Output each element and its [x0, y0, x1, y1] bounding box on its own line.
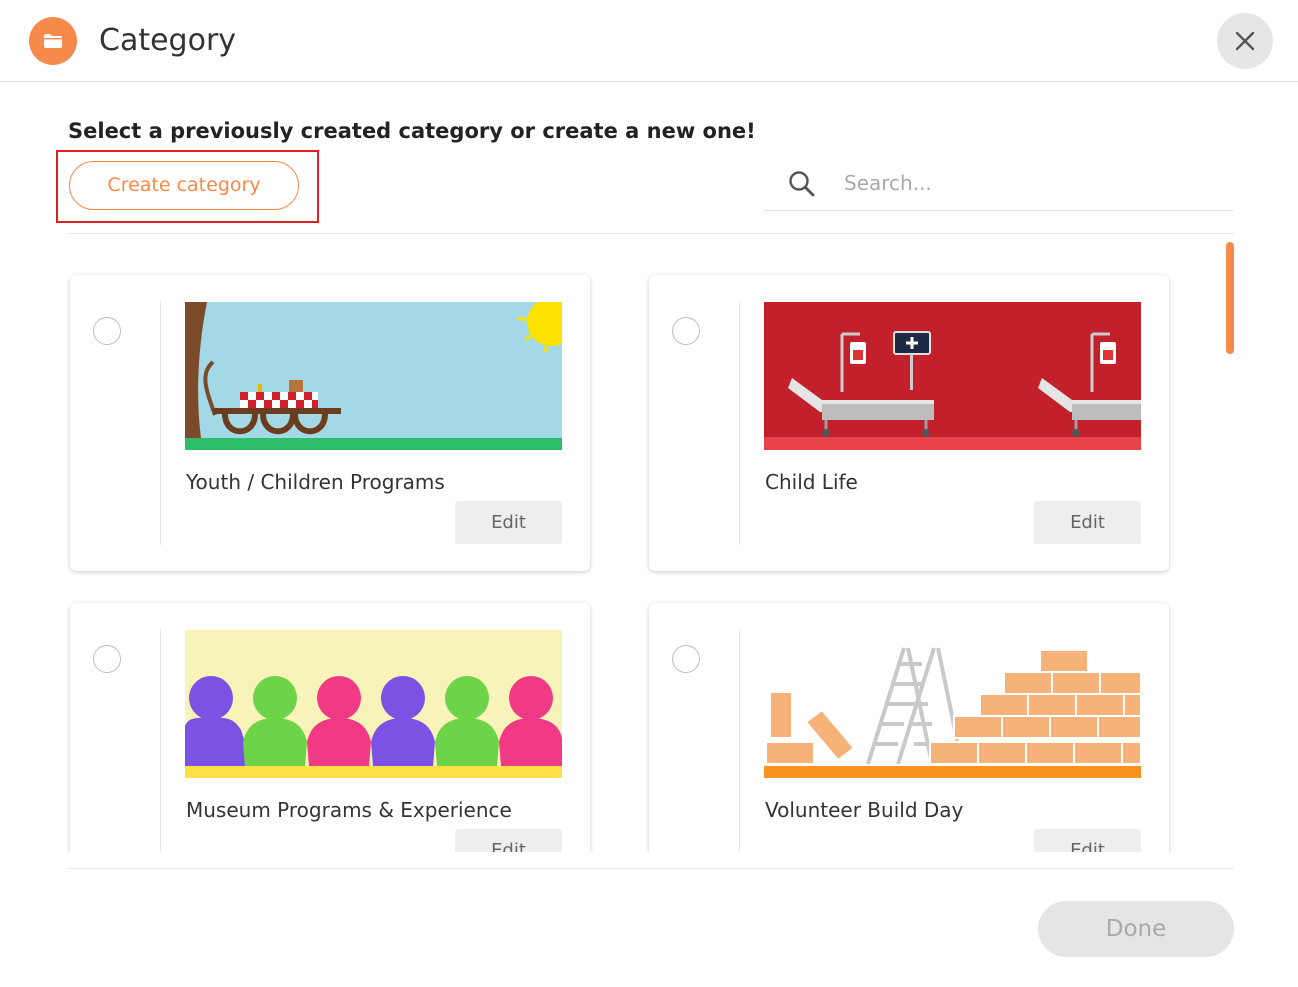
category-card[interactable]: Child Life Edit — [649, 275, 1169, 571]
close-icon — [1235, 31, 1255, 51]
scrollbar-thumb[interactable] — [1226, 242, 1234, 354]
search-input[interactable] — [844, 165, 1224, 201]
card-divider — [739, 629, 740, 852]
category-card[interactable]: Youth / Children Programs Edit — [70, 275, 590, 571]
card-divider — [160, 301, 161, 545]
category-radio[interactable] — [672, 645, 700, 673]
edit-button[interactable]: Edit — [455, 829, 562, 852]
hospital-bed-illustration — [764, 302, 1141, 450]
folder-icon — [29, 17, 77, 65]
divider — [68, 233, 1234, 234]
edit-button[interactable]: Edit — [455, 501, 562, 544]
search-bar — [764, 157, 1234, 211]
divider — [68, 868, 1234, 869]
card-divider — [160, 629, 161, 852]
category-name: Museum Programs & Experience — [186, 798, 512, 822]
search-icon — [789, 171, 815, 197]
done-button[interactable]: Done — [1038, 901, 1234, 957]
category-radio[interactable] — [672, 317, 700, 345]
edit-button[interactable]: Edit — [1034, 829, 1141, 852]
category-radio[interactable] — [93, 317, 121, 345]
close-button[interactable] — [1217, 13, 1273, 69]
category-card[interactable]: Volunteer Build Day Edit — [649, 603, 1169, 852]
category-name: Child Life — [765, 470, 858, 494]
dialog-header: Category — [0, 0, 1298, 82]
create-category-button[interactable]: Create category — [69, 161, 299, 210]
edit-button[interactable]: Edit — [1034, 501, 1141, 544]
people-chain-illustration — [185, 630, 562, 778]
dialog-title: Category — [99, 23, 237, 58]
category-name: Volunteer Build Day — [765, 798, 964, 822]
category-name: Youth / Children Programs — [186, 470, 445, 494]
picnic-illustration — [185, 302, 562, 450]
category-list[interactable]: Youth / Children Programs Edit Child Lif… — [60, 236, 1220, 852]
category-card[interactable]: Museum Programs & Experience Edit — [70, 603, 590, 852]
category-radio[interactable] — [93, 645, 121, 673]
instruction-text: Select a previously created category or … — [68, 119, 756, 143]
card-divider — [739, 301, 740, 545]
brick-wall-illustration — [764, 630, 1141, 778]
